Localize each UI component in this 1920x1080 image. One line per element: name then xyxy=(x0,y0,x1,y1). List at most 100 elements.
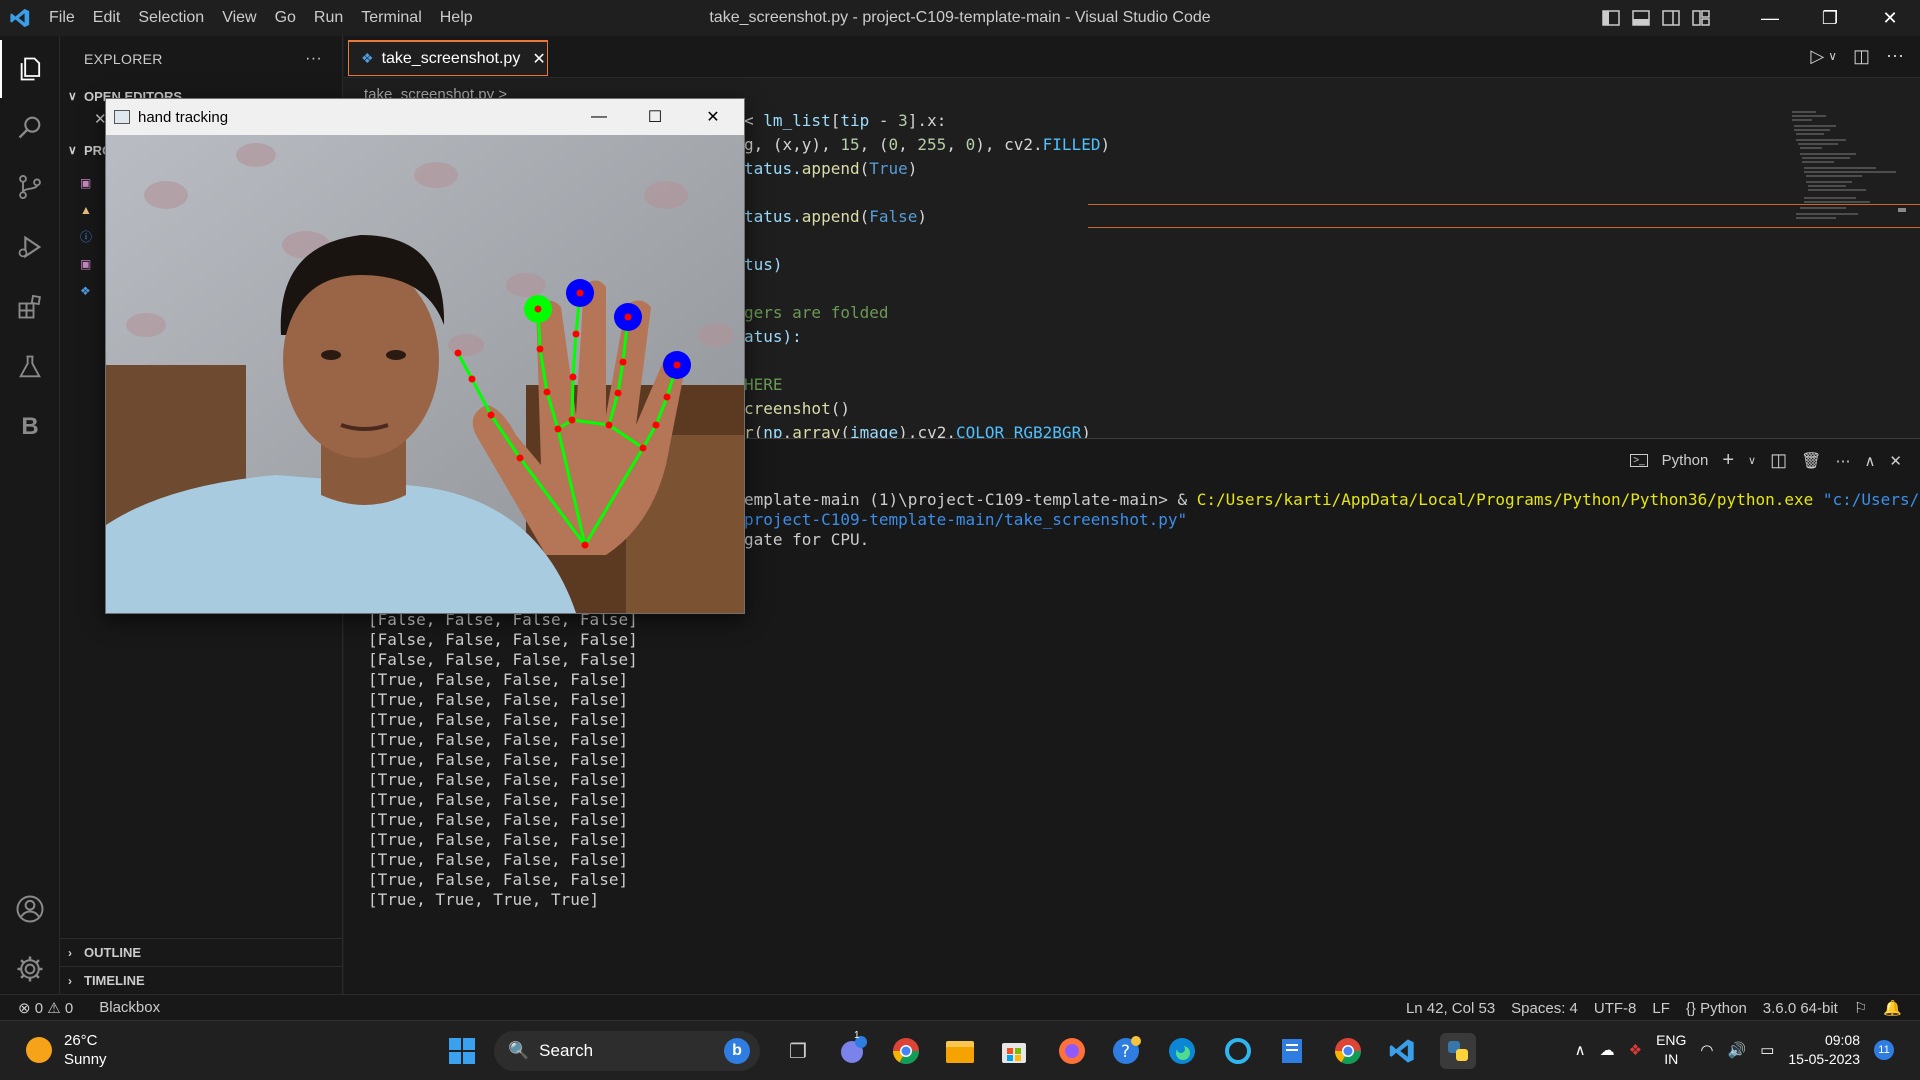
maximize-panel-icon[interactable]: ∧ xyxy=(1864,452,1875,470)
tray-overflow-icon[interactable]: ∧ xyxy=(1575,1041,1586,1059)
image-file-icon-2[interactable]: ▣ xyxy=(80,251,100,278)
indentation[interactable]: Spaces: 4 xyxy=(1503,1000,1586,1017)
terminal-shell-icon[interactable]: >_ xyxy=(1630,454,1648,467)
chat-badge: 1 xyxy=(854,1030,860,1041)
line-ending[interactable]: LF xyxy=(1644,1000,1678,1017)
live-share-icon[interactable]: ⚐ xyxy=(1846,999,1875,1017)
temperature: 26°C xyxy=(64,1032,98,1049)
volume-icon[interactable]: 🔊 xyxy=(1728,1041,1747,1059)
taskbar-search[interactable]: 🔍 Search b xyxy=(494,1031,760,1071)
microsoft-store-icon[interactable] xyxy=(996,1033,1032,1069)
cortana-icon[interactable] xyxy=(1220,1033,1256,1069)
cursor-position[interactable]: Ln 42, Col 53 xyxy=(1398,1000,1503,1017)
terminal-shell-label[interactable]: Python xyxy=(1662,452,1709,469)
help-icon[interactable]: ? xyxy=(1108,1033,1144,1069)
menu-run[interactable]: Run xyxy=(305,0,352,36)
timeline-section[interactable]: › TIMELINE xyxy=(60,966,343,994)
clock-time[interactable]: 09:08 xyxy=(1788,1031,1860,1050)
firefox-icon[interactable] xyxy=(1054,1033,1090,1069)
cv-maximize-button[interactable]: ☐ xyxy=(626,99,684,135)
notifications-bell-icon[interactable]: 🔔 xyxy=(1875,999,1910,1017)
source-control-icon[interactable] xyxy=(0,158,60,216)
encoding[interactable]: UTF-8 xyxy=(1586,1000,1645,1017)
clock-date[interactable]: 15-05-2023 xyxy=(1788,1050,1860,1069)
new-terminal-icon[interactable]: + xyxy=(1722,449,1734,472)
python-file-icon[interactable]: ❖ xyxy=(80,278,100,305)
terminal-dropdown-icon[interactable]: ∨ xyxy=(1748,454,1756,467)
language-indicator-2[interactable]: IN xyxy=(1656,1050,1686,1069)
outline-section[interactable]: › OUTLINE xyxy=(60,938,343,966)
menu-terminal[interactable]: Terminal xyxy=(352,0,430,36)
kill-terminal-trash-icon[interactable]: 🗑 xyxy=(1801,451,1821,471)
search-icon[interactable] xyxy=(0,98,60,156)
teams-chat-icon[interactable]: 1 xyxy=(834,1030,870,1069)
run-debug-icon[interactable] xyxy=(0,218,60,276)
explorer-icon[interactable] xyxy=(0,40,60,98)
settings-gear-icon[interactable] xyxy=(0,940,60,998)
restore-button[interactable]: ❐ xyxy=(1800,0,1860,36)
extensions-icon[interactable] xyxy=(0,278,60,336)
menu-help[interactable]: Help xyxy=(431,0,482,36)
terminal-delegate-line: gate for CPU. xyxy=(744,530,870,549)
close-window-button[interactable]: ✕ xyxy=(1860,0,1920,36)
wifi-icon[interactable]: ◠ xyxy=(1700,1041,1713,1059)
info-file-icon[interactable]: ⓘ xyxy=(80,224,100,251)
battery-icon[interactable]: ▭ xyxy=(1760,1041,1774,1059)
explorer-more-button[interactable]: ··· xyxy=(305,50,322,68)
minimize-button[interactable]: — xyxy=(1740,0,1800,36)
menu-selection[interactable]: Selection xyxy=(129,0,213,36)
python-taskbar-icon[interactable] xyxy=(1440,1033,1476,1069)
editor-more-icon[interactable]: ⋯ xyxy=(1886,46,1904,67)
weather-widget[interactable]: 26°C Sunny xyxy=(26,1031,107,1069)
menu-edit[interactable]: Edit xyxy=(84,0,130,36)
notification-badge[interactable]: 11 xyxy=(1874,1040,1894,1060)
language-mode[interactable]: {} Python xyxy=(1678,1000,1755,1017)
chrome-profile-icon[interactable] xyxy=(1330,1033,1366,1069)
image-file-icon[interactable]: ▣ xyxy=(80,170,100,197)
task-view-icon[interactable]: ❐ xyxy=(780,1033,816,1069)
testing-icon[interactable] xyxy=(0,338,60,396)
close-panel-icon[interactable]: ✕ xyxy=(1889,452,1902,470)
menu-view[interactable]: View xyxy=(213,0,265,36)
hand-connection-line xyxy=(570,376,575,421)
hand-landmark-point xyxy=(569,373,577,381)
tab-label: take_screenshot.py xyxy=(381,49,521,67)
outline-label: OUTLINE xyxy=(84,945,142,960)
edge-icon[interactable] xyxy=(1164,1033,1200,1069)
cv-minimize-button[interactable]: — xyxy=(570,99,628,135)
split-terminal-icon[interactable]: ◫ xyxy=(1770,450,1787,471)
onedrive-icon[interactable]: ☁ xyxy=(1600,1041,1615,1059)
problems-status[interactable]: ⊗ 0 ⚠ 0 xyxy=(0,999,81,1017)
run-file-icon[interactable]: ▷ xyxy=(1810,46,1824,67)
file-explorer-icon[interactable] xyxy=(942,1033,978,1069)
run-dropdown-icon[interactable]: ∨ xyxy=(1828,49,1837,67)
cv-close-button[interactable]: ✕ xyxy=(684,99,742,135)
windows-start-icon[interactable] xyxy=(444,1033,480,1069)
toggle-panel-icon[interactable] xyxy=(1626,0,1656,36)
terminal-output-line: [True, False, False, False] xyxy=(368,810,629,829)
split-editor-icon[interactable]: ◫ xyxy=(1853,46,1870,67)
customize-layout-icon[interactable] xyxy=(1686,0,1716,36)
chrome-icon[interactable] xyxy=(888,1033,924,1069)
blackbox-icon[interactable]: B xyxy=(0,398,60,456)
toggle-sidebar-icon[interactable] xyxy=(1596,0,1626,36)
menu-file[interactable]: File xyxy=(40,0,84,36)
figure-file-icon[interactable]: ▲ xyxy=(80,197,100,224)
tab-take-screenshot[interactable]: ❖ take_screenshot.py ✕ xyxy=(348,40,548,76)
panel-more-icon[interactable]: ⋯ xyxy=(1835,452,1850,470)
terminal-command[interactable]: emplate-main (1)\project-C109-template-m… xyxy=(744,490,1920,509)
hand-landmark-point xyxy=(624,313,632,321)
menu-go[interactable]: Go xyxy=(266,0,305,36)
python-interpreter[interactable]: 3.6.0 64-bit xyxy=(1755,1000,1846,1017)
blackbox-status[interactable]: Blackbox xyxy=(91,999,168,1016)
toggle-secondary-sidebar-icon[interactable] xyxy=(1656,0,1686,36)
hand-tracking-window[interactable]: hand tracking — ☐ ✕ xyxy=(105,98,745,614)
vscode-taskbar-icon[interactable] xyxy=(1384,1033,1420,1069)
language-indicator-1[interactable]: ENG xyxy=(1656,1031,1686,1050)
notepad-app-icon[interactable] xyxy=(1274,1033,1310,1069)
close-tab-icon[interactable]: ✕ xyxy=(532,49,545,69)
account-icon[interactable] xyxy=(0,880,60,938)
hand-landmark-point xyxy=(534,305,542,313)
dropbox-icon[interactable]: ❖ xyxy=(1629,1041,1642,1059)
minimap[interactable] xyxy=(1786,108,1906,438)
